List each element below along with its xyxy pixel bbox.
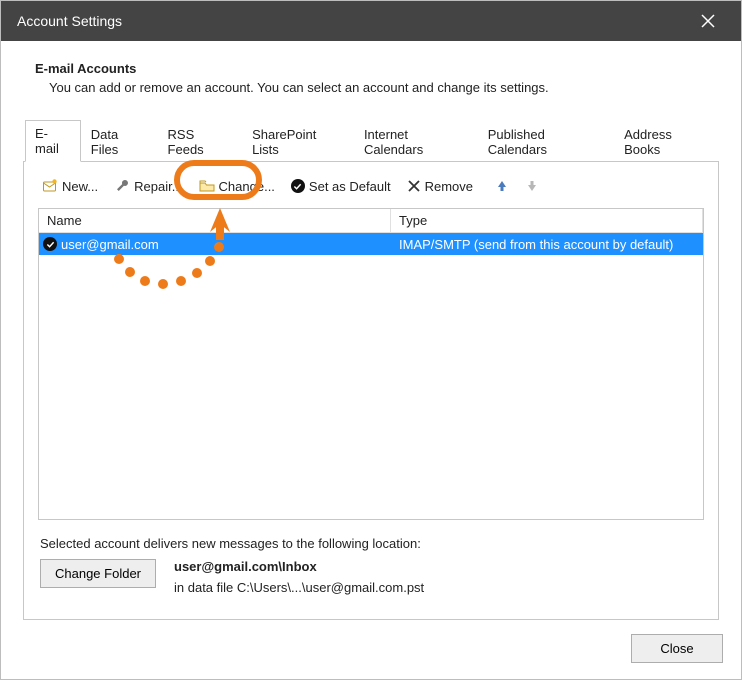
column-name[interactable]: Name <box>39 209 391 232</box>
account-settings-window: Account Settings E-mail Accounts You can… <box>0 0 742 680</box>
tab-internet-calendars[interactable]: Internet Calendars <box>354 121 478 162</box>
check-circle-icon <box>43 237 57 251</box>
set-default-label: Set as Default <box>309 179 391 194</box>
set-default-button[interactable]: Set as Default <box>287 177 395 196</box>
remove-account-label: Remove <box>425 179 473 194</box>
tab-rss-feeds[interactable]: RSS Feeds <box>158 121 243 162</box>
new-account-label: New... <box>62 179 98 194</box>
delivery-section: Selected account delivers new messages t… <box>40 536 702 601</box>
dialog-footer: Close <box>1 620 741 679</box>
delivery-location-path: user@gmail.com\Inbox <box>174 559 424 574</box>
close-button[interactable]: Close <box>631 634 723 663</box>
move-up-button[interactable] <box>491 177 513 195</box>
window-title: Account Settings <box>17 13 122 29</box>
change-account-label: Change... <box>219 179 275 194</box>
change-account-button[interactable]: Change... <box>195 176 279 196</box>
content-area: E-mail Accounts You can add or remove an… <box>1 41 741 620</box>
delivery-location: user@gmail.com\Inbox in data file C:\Use… <box>174 559 424 601</box>
new-account-button[interactable]: New... <box>38 176 102 196</box>
account-row[interactable]: user@gmail.com IMAP/SMTP (send from this… <box>39 233 703 255</box>
tab-sharepoint-lists[interactable]: SharePoint Lists <box>242 121 354 162</box>
change-folder-button[interactable]: Change Folder <box>40 559 156 588</box>
wrench-icon <box>114 178 130 194</box>
accounts-list-body[interactable]: user@gmail.com IMAP/SMTP (send from this… <box>39 233 703 519</box>
tab-bar: E-mail Data Files RSS Feeds SharePoint L… <box>23 119 719 162</box>
accounts-list-header: Name Type <box>39 209 703 233</box>
move-down-button[interactable] <box>521 177 543 195</box>
accounts-list: Name Type user@gmail.com IMAP/SMTP (send… <box>38 208 704 520</box>
section-title: E-mail Accounts <box>35 61 719 76</box>
envelope-new-icon <box>42 178 58 194</box>
remove-x-icon <box>407 179 421 193</box>
titlebar: Account Settings <box>1 1 741 41</box>
account-type: IMAP/SMTP (send from this account by def… <box>391 237 703 252</box>
section-description: You can add or remove an account. You ca… <box>49 80 719 95</box>
accounts-toolbar: New... Repair... Change... <box>38 176 704 196</box>
tab-data-files[interactable]: Data Files <box>81 121 158 162</box>
default-account-indicator <box>39 237 61 251</box>
tab-published-calendars[interactable]: Published Calendars <box>478 121 614 162</box>
repair-account-button[interactable]: Repair... <box>110 176 186 196</box>
repair-account-label: Repair... <box>134 179 182 194</box>
remove-account-button[interactable]: Remove <box>403 177 477 196</box>
column-type[interactable]: Type <box>391 209 703 232</box>
email-tab-panel: New... Repair... Change... <box>23 162 719 620</box>
tab-email[interactable]: E-mail <box>25 120 81 162</box>
delivery-datafile: in data file C:\Users\...\user@gmail.com… <box>174 580 424 595</box>
folder-open-icon <box>199 178 215 194</box>
account-name: user@gmail.com <box>61 237 391 252</box>
tab-address-books[interactable]: Address Books <box>614 121 719 162</box>
check-circle-icon <box>291 179 305 193</box>
arrow-down-icon <box>525 179 539 193</box>
close-icon[interactable] <box>691 10 725 32</box>
delivery-text: Selected account delivers new messages t… <box>40 536 702 551</box>
arrow-up-icon <box>495 179 509 193</box>
